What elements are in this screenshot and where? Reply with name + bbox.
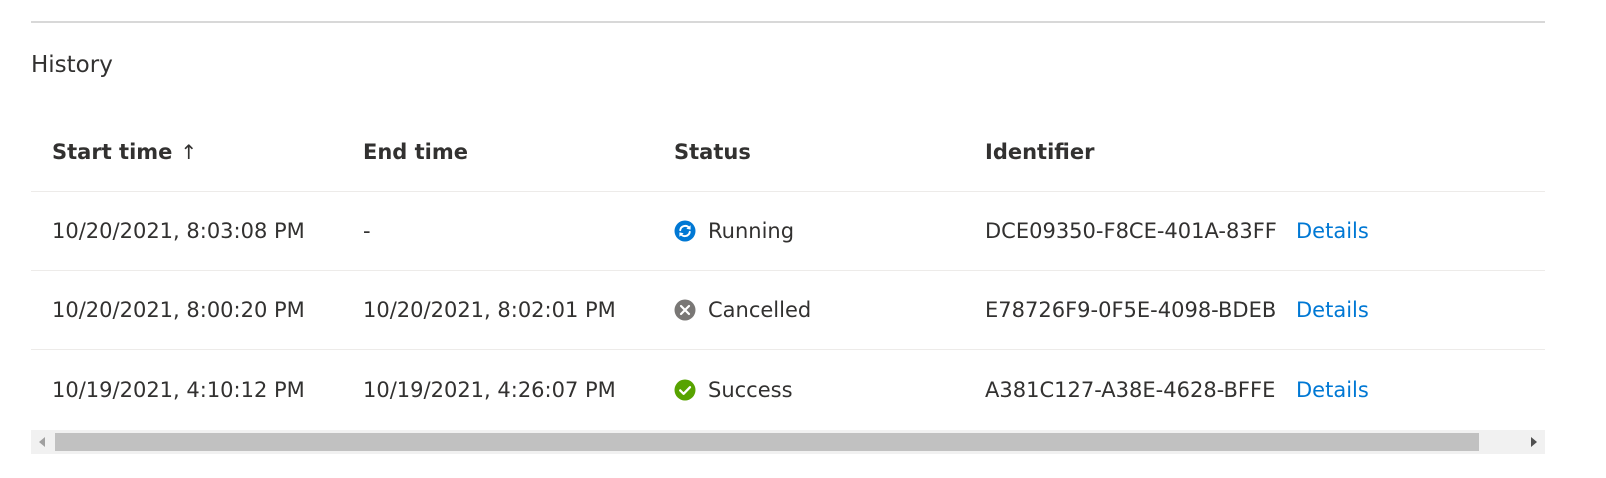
end-time-cell: 10/20/2021, 8:02:01 PM	[363, 298, 616, 322]
identifier-cell: E78726F9-0F5E-4098-BDEB-	[985, 271, 1277, 349]
column-header-status[interactable]: Status	[674, 112, 751, 191]
status-cell: Cancelled	[674, 271, 811, 349]
details-link-cell: Details	[1296, 271, 1369, 349]
column-header-end-time[interactable]: End time	[363, 112, 468, 191]
scroll-left-icon[interactable]	[31, 430, 53, 454]
status-label: Success	[708, 377, 793, 402]
identifier-cell: DCE09350-F8CE-401A-83FF	[985, 192, 1277, 270]
scrollbar-thumb[interactable]	[55, 433, 1479, 451]
table-row[interactable]: 10/19/2021, 4:10:12 PM 10/19/2021, 4:26:…	[31, 350, 1545, 429]
table-row[interactable]: 10/20/2021, 8:00:20 PM 10/20/2021, 8:02:…	[31, 271, 1545, 350]
history-table: Start time ↑ End time Status Identifier …	[31, 112, 1545, 429]
identifier-cell: A381C127-A38E-4628-BFFE	[985, 350, 1275, 429]
horizontal-scrollbar[interactable]	[31, 430, 1545, 454]
column-header-label: End time	[363, 139, 468, 164]
column-header-label: Start time	[52, 139, 173, 164]
running-icon	[674, 220, 696, 242]
details-link[interactable]: Details	[1296, 378, 1369, 402]
column-header-identifier[interactable]: Identifier	[985, 112, 1094, 191]
status-cell: Success	[674, 350, 793, 429]
section-title: History	[31, 52, 113, 78]
status-label: Running	[708, 219, 795, 243]
status-label: Cancelled	[708, 298, 812, 322]
success-icon	[674, 379, 696, 400]
start-time-cell: 10/20/2021, 8:03:08 PM	[52, 219, 305, 243]
details-link-cell: Details	[1296, 192, 1369, 270]
status-cell: Running	[674, 192, 794, 270]
start-time-cell: 10/19/2021, 4:10:12 PM	[52, 377, 305, 402]
column-header-label: Identifier	[985, 139, 1095, 164]
start-time-cell: 10/20/2021, 8:00:20 PM	[52, 298, 305, 322]
scroll-right-icon[interactable]	[1523, 430, 1545, 454]
end-time-cell: 10/19/2021, 4:26:07 PM	[363, 377, 616, 402]
column-header-start-time[interactable]: Start time ↑	[52, 112, 197, 191]
identifier-text: DCE09350-F8CE-401A-83FF	[985, 219, 1277, 243]
column-header-label: Status	[674, 139, 751, 164]
details-link[interactable]: Details	[1296, 298, 1369, 322]
details-link[interactable]: Details	[1296, 219, 1369, 243]
details-link-cell: Details	[1296, 350, 1369, 429]
sort-ascending-icon: ↑	[180, 139, 198, 164]
table-header-row: Start time ↑ End time Status Identifier	[31, 112, 1545, 192]
top-divider	[31, 21, 1545, 23]
table-row[interactable]: 10/20/2021, 8:03:08 PM - Running DCE0935…	[31, 192, 1545, 271]
identifier-text: E78726F9-0F5E-4098-BDEB-	[985, 298, 1277, 322]
end-time-cell: -	[363, 219, 371, 243]
identifier-text: A381C127-A38E-4628-BFFE	[985, 377, 1276, 402]
cancelled-icon	[674, 299, 696, 321]
